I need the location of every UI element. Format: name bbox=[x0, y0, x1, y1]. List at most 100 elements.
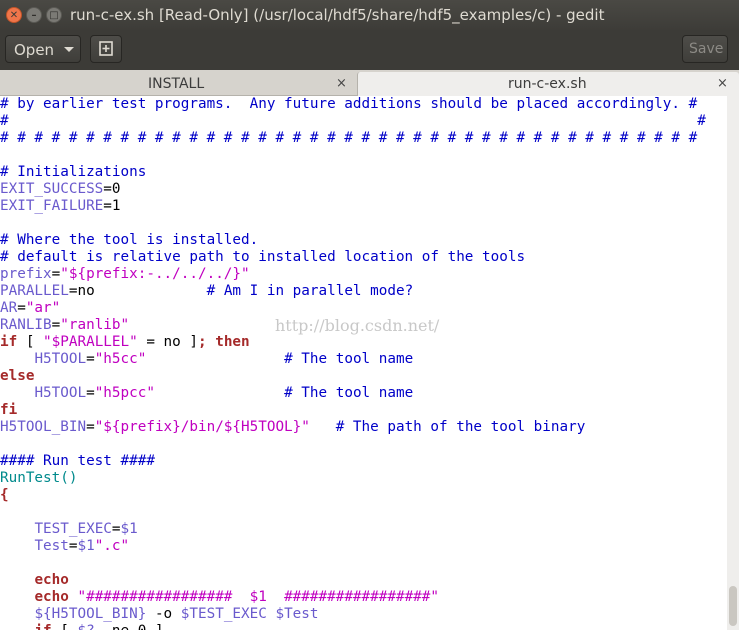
code-token: # # bbox=[0, 113, 706, 129]
code-token: AR bbox=[0, 300, 18, 316]
code-token: -ne 0 ] bbox=[95, 623, 163, 630]
code-token: "ar" bbox=[25, 300, 61, 316]
code-token: "ranlib" bbox=[60, 317, 130, 333]
code-line: EXIT_SUCCESS=0 bbox=[0, 181, 121, 198]
vertical-scrollbar[interactable] bbox=[727, 96, 739, 630]
code-token: if bbox=[0, 334, 18, 350]
code-token: $1 bbox=[77, 538, 95, 554]
code-line: echo bbox=[0, 572, 69, 589]
code-token: EXIT_SUCCESS bbox=[0, 181, 104, 197]
code-token: "${prefix:-../../../}" bbox=[60, 266, 250, 282]
window-title: run-c-ex.sh [Read-Only] (/usr/local/hdf5… bbox=[70, 6, 605, 24]
header-toolbar: Open Save bbox=[0, 30, 739, 70]
code-token: EXIT_FAILURE bbox=[0, 198, 104, 214]
code-token: H5TOOL_BIN bbox=[0, 419, 87, 435]
code-line: EXIT_FAILURE=1 bbox=[0, 198, 121, 215]
code-token: #### Run test #### bbox=[0, 453, 155, 469]
code-token: # Am I in parallel mode? bbox=[206, 283, 414, 299]
code-line: # default is relative path to installed … bbox=[0, 249, 525, 266]
code-token: TEST_EXEC bbox=[34, 521, 112, 537]
code-token: # # # # # # # # # # # # # # # # # # # # … bbox=[0, 130, 698, 146]
code-line: prefix="${prefix:-../../../}" bbox=[0, 266, 250, 283]
code-line: H5TOOL="h5cc" # The tool name bbox=[0, 351, 413, 368]
code-token: else bbox=[0, 368, 35, 384]
code-line: H5TOOL_BIN="${prefix}/bin/${H5TOOL}" # T… bbox=[0, 419, 585, 436]
code-token: "$PARALLEL" bbox=[43, 334, 138, 350]
watermark: http://blog.csdn.net/ bbox=[275, 316, 440, 335]
code-line: #### Run test #### bbox=[0, 453, 155, 470]
code-token: =1 bbox=[103, 198, 121, 214]
code-line: ${H5TOOL_BIN} -o $TEST_EXEC $Test bbox=[0, 606, 319, 623]
code-token: "h5pcc" bbox=[94, 385, 155, 401]
code-token: = bbox=[86, 419, 95, 435]
tab-label: INSTALL bbox=[148, 76, 205, 92]
save-button[interactable]: Save bbox=[682, 35, 728, 63]
minimize-window-icon[interactable]: – bbox=[26, 7, 42, 23]
title-bar: ✕ – □ run-c-ex.sh [Read-Only] (/usr/loca… bbox=[0, 0, 739, 30]
close-tab-icon[interactable]: × bbox=[336, 76, 347, 91]
code-token: # The tool name bbox=[284, 385, 414, 401]
code-editor[interactable]: # by earlier test programs. Any future a… bbox=[0, 96, 727, 630]
code-line: else bbox=[0, 368, 34, 385]
code-line: TEST_EXEC=$1 bbox=[0, 521, 137, 538]
code-line: AR="ar" bbox=[0, 300, 60, 317]
code-token: fi bbox=[0, 402, 18, 418]
code-token: RANLIB bbox=[0, 317, 52, 333]
code-token: ".c" bbox=[94, 538, 130, 554]
code-token: H5TOOL bbox=[34, 385, 87, 401]
code-token: Test bbox=[34, 538, 69, 554]
code-line: # by earlier test programs. Any future a… bbox=[0, 96, 697, 113]
code-token: ; then bbox=[198, 334, 250, 350]
code-token: = bbox=[86, 385, 95, 401]
code-token: "h5cc" bbox=[94, 351, 147, 367]
code-token: echo bbox=[34, 572, 69, 588]
code-token: # Where the tool is installed. bbox=[0, 232, 259, 248]
code-line: RANLIB="ranlib" bbox=[0, 317, 129, 334]
code-token: # default is relative path to installed … bbox=[0, 249, 526, 265]
new-tab-icon bbox=[99, 41, 113, 56]
code-token: # The path of the tool binary bbox=[335, 419, 586, 435]
code-token: =0 bbox=[103, 181, 121, 197]
tab-label: run-c-ex.sh bbox=[508, 76, 587, 92]
tab-run-c-ex[interactable]: run-c-ex.sh × bbox=[357, 72, 739, 96]
code-token: "################# $1 #################" bbox=[77, 589, 439, 605]
code-line: PARALLEL=no # Am I in parallel mode? bbox=[0, 283, 413, 300]
chevron-down-icon bbox=[64, 47, 74, 52]
code-line: # Where the tool is installed. bbox=[0, 232, 258, 249]
code-token: # Initializations bbox=[0, 164, 147, 180]
code-line: # # bbox=[0, 113, 706, 130]
code-token: = bbox=[111, 521, 121, 537]
code-line: echo "################# $1 #############… bbox=[0, 589, 439, 606]
code-line: RunTest() bbox=[0, 470, 77, 487]
code-token: echo bbox=[34, 589, 69, 605]
code-token: if bbox=[34, 623, 51, 630]
tab-install[interactable]: INSTALL × bbox=[0, 72, 356, 96]
code-token: =no bbox=[68, 283, 207, 299]
new-document-button[interactable] bbox=[90, 35, 122, 63]
code-token: = bbox=[86, 351, 95, 367]
close-window-icon[interactable]: ✕ bbox=[6, 7, 22, 23]
code-token: $Test bbox=[275, 606, 319, 622]
open-button[interactable]: Open bbox=[5, 35, 81, 63]
code-line: if [ $? -ne 0 ] bbox=[0, 623, 163, 630]
code-token: ${H5TOOL_BIN} bbox=[34, 606, 147, 622]
code-token: $? bbox=[77, 623, 94, 630]
code-line: Test=$1".c" bbox=[0, 538, 129, 555]
code-token: = bbox=[51, 317, 61, 333]
code-line: { bbox=[0, 487, 9, 504]
close-tab-icon[interactable]: × bbox=[717, 76, 728, 91]
scrollbar-thumb[interactable] bbox=[729, 586, 737, 626]
maximize-window-icon[interactable]: □ bbox=[46, 7, 62, 23]
code-line: fi bbox=[0, 402, 17, 419]
code-token: PARALLEL bbox=[0, 283, 69, 299]
